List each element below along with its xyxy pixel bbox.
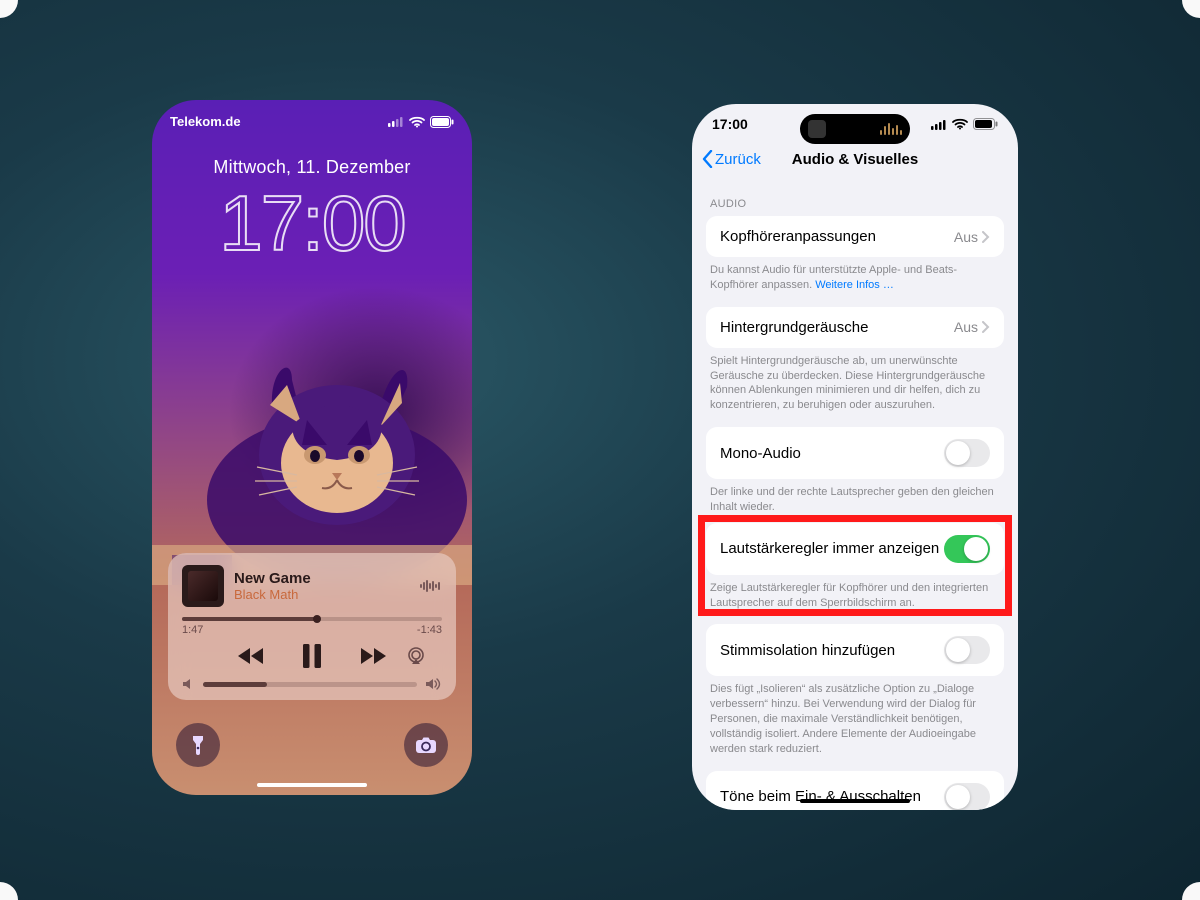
- row-background-sounds[interactable]: Hintergrundgeräusche Aus: [706, 307, 1004, 348]
- camera-button[interactable]: [404, 723, 448, 767]
- status-time: 17:00: [712, 116, 748, 132]
- row-power-sounds[interactable]: Töne beim Ein- & Ausschalten: [706, 771, 1004, 810]
- row-label: Lautstärkeregler immer anzeigen: [720, 540, 939, 557]
- battery-icon: [973, 118, 998, 130]
- now-playing-card[interactable]: New Game Black Math 1:47 -1:43: [168, 553, 456, 700]
- progress-bar[interactable]: [182, 617, 442, 621]
- track-artist: Black Math: [234, 587, 410, 602]
- row-value: Aus: [954, 229, 978, 245]
- row-label: Stimmisolation hinzufügen: [720, 642, 895, 659]
- signal-icon: [388, 116, 404, 127]
- volume-low-icon: [182, 678, 195, 690]
- wifi-icon: [409, 116, 425, 128]
- back-button[interactable]: Zurück: [702, 150, 761, 168]
- row-label: Hintergrundgeräusche: [720, 319, 868, 336]
- airplay-button[interactable]: [406, 647, 426, 665]
- row-headphone-accommodations[interactable]: Kopfhöreranpassungen Aus: [706, 216, 1004, 257]
- status-bar: Telekom.de: [152, 100, 472, 129]
- elapsed-time: 1:47: [182, 624, 203, 636]
- back-label: Zurück: [715, 151, 761, 168]
- wallpaper-cat: [152, 325, 472, 585]
- album-art[interactable]: [182, 565, 224, 607]
- forward-button[interactable]: [357, 646, 387, 666]
- footer-always-show-volume: Zeige Lautstärkeregler für Kopfhörer und…: [710, 581, 1000, 611]
- track-title: New Game: [234, 570, 410, 587]
- chevron-left-icon: [702, 150, 713, 168]
- row-value: Aus: [954, 319, 978, 335]
- waveform-icon[interactable]: [420, 579, 442, 593]
- carrier-label: Telekom.de: [170, 114, 241, 129]
- lockscreen-phone: Telekom.de Mittwoch, 11. Dezember 17:00: [152, 100, 472, 795]
- home-indicator[interactable]: [257, 783, 367, 787]
- lockscreen-time: 17:00: [152, 184, 472, 262]
- lockscreen-date: Mittwoch, 11. Dezember: [152, 157, 472, 178]
- wifi-icon: [952, 118, 968, 130]
- row-mono-audio[interactable]: Mono-Audio: [706, 427, 1004, 479]
- footer-bgnoise: Spielt Hintergrundgeräusche ab, um unerw…: [710, 354, 1000, 413]
- flashlight-button[interactable]: [176, 723, 220, 767]
- toggle-always-show-volume[interactable]: [944, 535, 990, 563]
- row-voice-isolation[interactable]: Stimmisolation hinzufügen: [706, 624, 1004, 676]
- page-title: Audio & Visuelles: [792, 151, 918, 168]
- row-label: Mono-Audio: [720, 445, 801, 462]
- toggle-mono-audio[interactable]: [944, 439, 990, 467]
- toggle-voice-isolation[interactable]: [944, 636, 990, 664]
- remaining-time: -1:43: [417, 624, 442, 636]
- footer-mono: Der linke und der rechte Lautsprecher ge…: [710, 485, 1000, 515]
- volume-slider[interactable]: [203, 682, 417, 687]
- island-equalizer-icon: [880, 123, 902, 135]
- footer-voice-isolation: Dies fügt „Isolieren“ als zusätzliche Op…: [710, 682, 1000, 756]
- row-label: Kopfhöreranpassungen: [720, 228, 876, 245]
- more-info-link[interactable]: Weitere Infos …: [815, 279, 894, 291]
- settings-phone: 17:00 Zurück Audio & Visuelles AUD: [692, 104, 1018, 810]
- chevron-right-icon: [982, 321, 990, 333]
- row-always-show-volume[interactable]: Lautstärkeregler immer anzeigen: [706, 523, 1004, 575]
- toggle-power-sounds[interactable]: [944, 783, 990, 810]
- pause-button[interactable]: [301, 644, 323, 668]
- chevron-right-icon: [982, 231, 990, 243]
- rewind-button[interactable]: [237, 646, 267, 666]
- nav-bar: Zurück Audio & Visuelles: [692, 138, 1018, 180]
- signal-icon: [931, 119, 947, 130]
- home-indicator[interactable]: [800, 799, 910, 803]
- footer-headphone: Du kannst Audio für unterstützte Apple- …: [710, 263, 1000, 293]
- section-header-audio: AUDIO: [710, 198, 1000, 210]
- volume-high-icon: [425, 678, 442, 690]
- battery-icon: [430, 116, 454, 128]
- island-album-art: [808, 120, 826, 138]
